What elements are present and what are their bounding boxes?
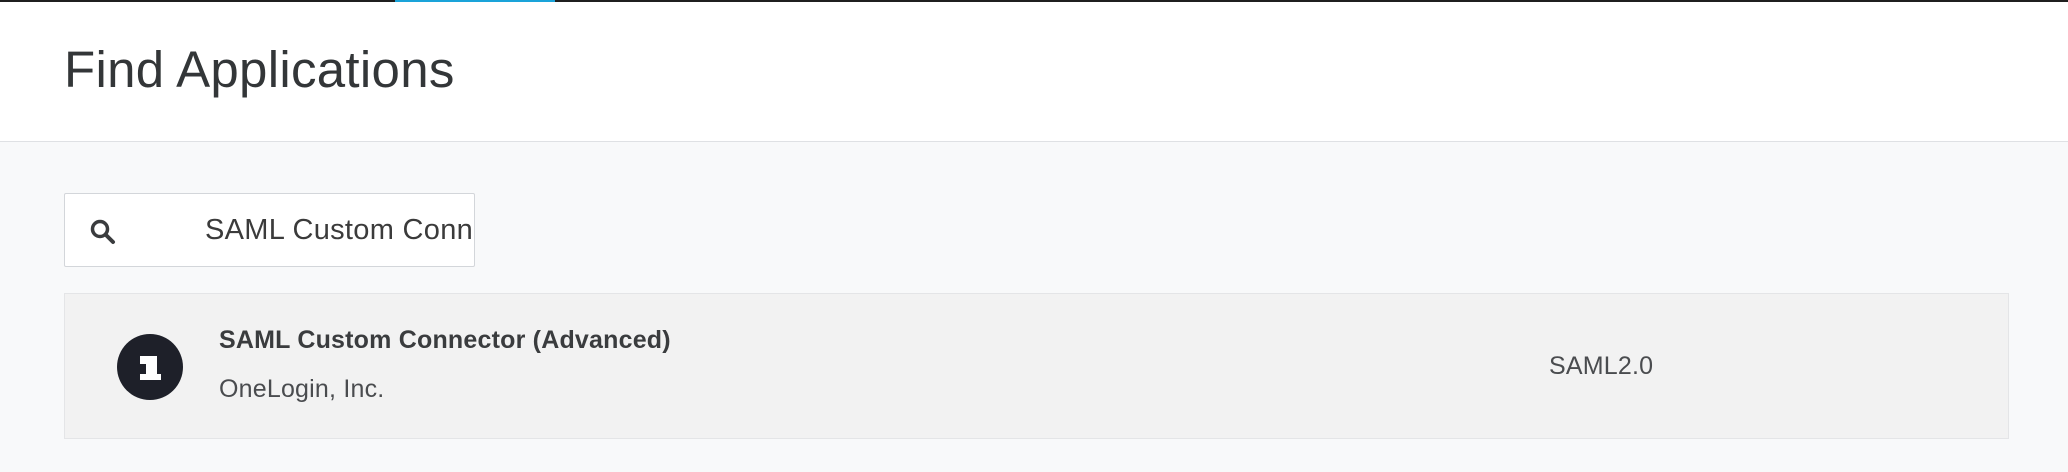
search-input[interactable] [205,194,474,266]
page-header: Find Applications [0,2,2068,142]
result-row[interactable]: SAML Custom Connector (Advanced) OneLogi… [64,293,2009,439]
app-name[interactable]: SAML Custom Connector (Advanced) [219,326,671,355]
search-box[interactable] [64,193,475,267]
app-protocol: SAML2.0 [1549,352,1654,380]
page-title: Find Applications [64,41,455,98]
app-vendor: OneLogin, Inc. [219,375,385,403]
search-input-clip [135,194,474,266]
onelogin-logo-icon [117,334,183,400]
search-icon [89,218,117,246]
